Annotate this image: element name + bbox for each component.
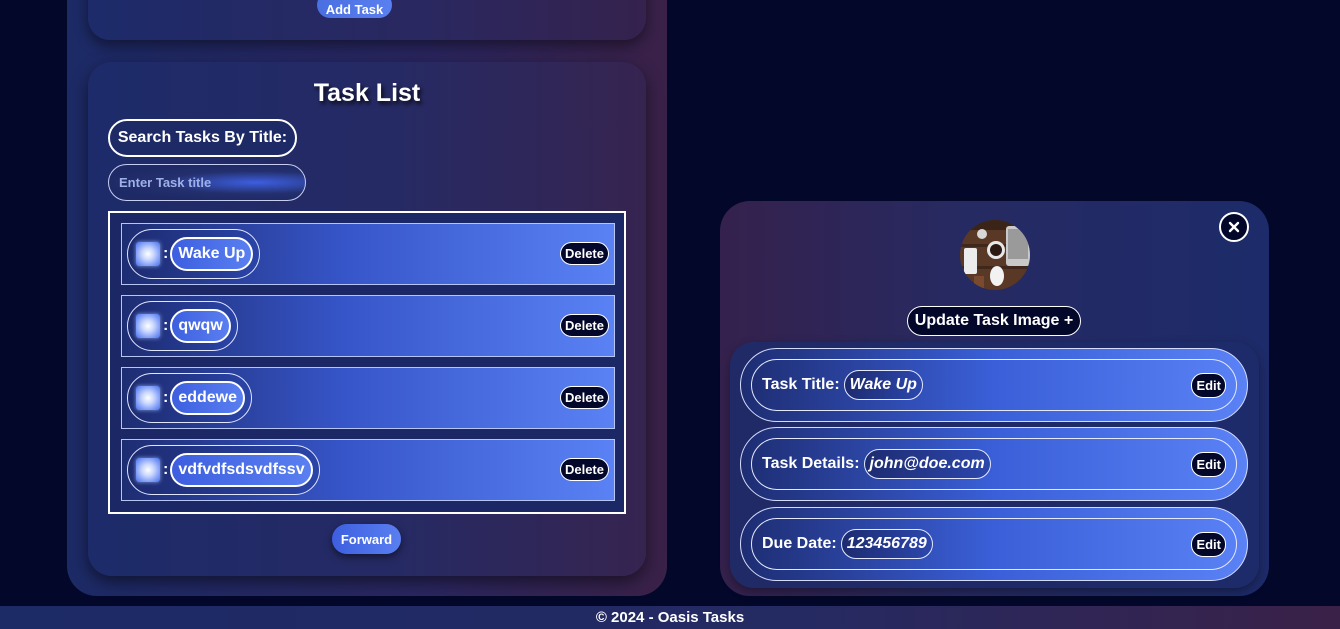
update-image-button[interactable]: Update Task Image +	[907, 306, 1081, 336]
task-name[interactable]: eddewe	[170, 381, 246, 415]
task-detail-card: Update Task Image + Task Title: Wake Up …	[720, 201, 1269, 596]
delete-button[interactable]: Delete	[559, 386, 609, 409]
field-inner: Task Title: Wake Up Edit	[751, 359, 1237, 411]
task-list-card: Task List Search Tasks By Title: : Wake …	[88, 62, 646, 576]
task-fields: Task Title: Wake Up Edit Task Details: j…	[730, 342, 1259, 588]
task-separator: :	[163, 317, 169, 334]
search-input[interactable]	[108, 164, 306, 201]
field-task-details: Task Details: john@doe.com Edit	[740, 427, 1248, 501]
footer: © 2024 - Oasis Tasks	[0, 606, 1340, 629]
add-task-button[interactable]: Add Task	[317, 0, 392, 18]
field-label: Task Details:	[762, 455, 860, 472]
field-label: Task Title:	[762, 376, 840, 393]
field-value: Wake Up	[843, 370, 923, 400]
field-due-date: Due Date: 123456789 Edit	[740, 507, 1248, 581]
task-thumbnail	[136, 242, 160, 266]
field-task-title: Task Title: Wake Up Edit	[740, 348, 1248, 422]
task-thumbnail	[136, 386, 160, 410]
task-row[interactable]: : qwqw Delete	[121, 295, 615, 357]
forward-button[interactable]: Forward	[332, 524, 401, 554]
task-thumbnail	[136, 458, 160, 482]
delete-button[interactable]: Delete	[559, 242, 609, 265]
task-name[interactable]: vdfvdfsdsvdfssv	[170, 453, 313, 487]
field-inner: Due Date: 123456789 Edit	[751, 518, 1237, 570]
field-inner: Task Details: john@doe.com Edit	[751, 438, 1237, 490]
task-separator: :	[163, 245, 169, 262]
task-pill: : vdfvdfsdsvdfssv	[127, 445, 320, 495]
task-list: : Wake Up Delete : qwqw Delete : eddewe …	[108, 211, 626, 514]
task-image	[960, 220, 1030, 290]
task-pill: : eddewe	[127, 373, 253, 423]
task-pill: : Wake Up	[127, 229, 261, 279]
task-row[interactable]: : vdfvdfsdsvdfssv Delete	[121, 439, 615, 501]
task-row[interactable]: : Wake Up Delete	[121, 223, 615, 285]
delete-button[interactable]: Delete	[559, 458, 609, 481]
search-label: Search Tasks By Title:	[108, 119, 297, 157]
task-list-title: Task List	[313, 79, 421, 107]
task-pill: : qwqw	[127, 301, 238, 351]
task-separator: :	[163, 461, 169, 478]
task-name[interactable]: qwqw	[170, 309, 231, 343]
task-separator: :	[163, 389, 169, 406]
task-name[interactable]: Wake Up	[170, 237, 254, 271]
edit-button[interactable]: Edit	[1191, 532, 1226, 557]
edit-button[interactable]: Edit	[1191, 373, 1226, 398]
field-value: 123456789	[840, 529, 933, 559]
field-value: john@doe.com	[863, 449, 991, 479]
task-thumbnail	[136, 314, 160, 338]
task-row[interactable]: : eddewe Delete	[121, 367, 615, 429]
close-icon[interactable]	[1219, 212, 1249, 242]
task-image-picture	[960, 220, 1030, 290]
delete-button[interactable]: Delete	[559, 314, 609, 337]
close-icon-glyph	[1228, 221, 1240, 233]
field-label: Due Date:	[762, 535, 837, 552]
edit-button[interactable]: Edit	[1191, 452, 1226, 477]
